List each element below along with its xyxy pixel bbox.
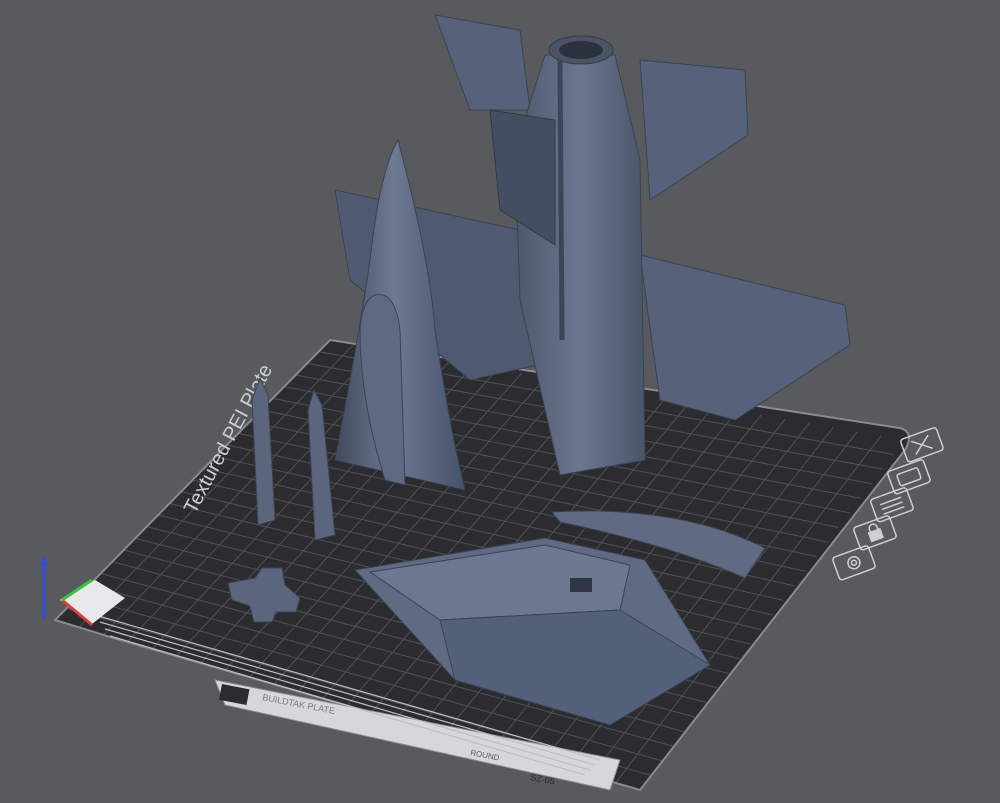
3d-viewport[interactable]: Textured PEI Plate BUILDTAK PLATE ROUND … xyxy=(0,0,1000,803)
lock-icon[interactable] xyxy=(853,515,897,551)
arrange-icon[interactable] xyxy=(870,487,914,523)
settings-gear-icon[interactable] xyxy=(832,545,876,581)
scene-canvas[interactable]: Textured PEI Plate BUILDTAK PLATE ROUND … xyxy=(0,0,1000,803)
